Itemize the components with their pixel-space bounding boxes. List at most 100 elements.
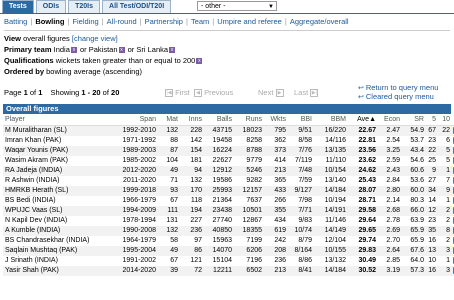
col-span[interactable]: Span (109, 114, 157, 126)
cell-bbm: 11/110 (325, 157, 346, 164)
tab-tests[interactable]: Tests (2, 0, 34, 13)
nav-all-round[interactable]: All-round (107, 17, 137, 26)
remove-icon[interactable]: x (118, 47, 125, 54)
cell-ave: 28.07 (347, 186, 377, 196)
col-bbm[interactable]: BBM (313, 114, 347, 126)
tab-odis[interactable]: ODIs (35, 0, 67, 13)
other-format-select-value: - other - (201, 3, 226, 10)
col-ave-label: Ave (357, 116, 370, 123)
previous-page-button[interactable]: ◀ Previous (194, 88, 233, 98)
player-name[interactable]: Waqar Younis (PAK) (3, 146, 109, 156)
table-header-row: Player Span Mat Inns Balls Runs Wkts BBI… (3, 114, 454, 126)
cell-span: 1989-2003 (109, 146, 157, 156)
player-name[interactable]: WPUJC Vaas (SL) (3, 206, 109, 216)
player-name[interactable]: Yasir Shah (PAK) (3, 266, 109, 276)
nav-umpire-referee[interactable]: Umpire and referee (217, 17, 282, 26)
player-name[interactable]: J Srinath (INDIA) (3, 256, 109, 266)
player-name[interactable]: BS Bedi (INDIA) (3, 196, 109, 206)
player-name[interactable]: Wasim Akram (PAK) (3, 156, 109, 166)
cell-10: 1 (446, 197, 450, 204)
player-name[interactable]: Imran Khan (PAK) (3, 136, 109, 146)
nav-aggregate-overall[interactable]: Aggregate/overall (290, 17, 349, 26)
tab-t20is[interactable]: T20Is (68, 0, 101, 13)
col-mat[interactable]: Mat (157, 114, 179, 126)
cell-bbi: 7/48 (287, 166, 313, 176)
cell-runs: 6502 (233, 266, 263, 276)
col-sr[interactable]: SR (401, 114, 425, 126)
cell-wkts: 213 (263, 166, 287, 176)
first-page-button[interactable]: |◀ First (165, 88, 190, 98)
tab-all-formats[interactable]: All Test/ODI/T20I (102, 0, 172, 13)
col-runs[interactable]: Runs (233, 114, 263, 126)
player-name[interactable]: BS Chandrasekhar (INDIA) (3, 236, 109, 246)
remove-icon[interactable]: x (196, 58, 203, 65)
other-format-select[interactable]: - other - ▼ (197, 1, 277, 11)
cell-10: 2 (446, 237, 450, 244)
cell-sr: 60.0 (401, 186, 425, 196)
cell-5: 13 (425, 246, 437, 256)
nav-bowling[interactable]: Bowling (35, 17, 64, 26)
cell-ave: 22.67 (347, 125, 377, 136)
format-tabs: Tests ODIs T20Is All Test/ODI/T20I (2, 0, 173, 13)
cell-runs: 12867 (242, 217, 262, 224)
cell-5: 67 (425, 125, 437, 136)
page-label: Page (4, 88, 22, 97)
cleared-query-link[interactable]: ↩ Cleared query menu (358, 92, 434, 101)
next-page-button[interactable]: Next ▶ (258, 88, 284, 98)
team-pakistan: Pakistan (88, 45, 118, 54)
nav-batting[interactable]: Batting (4, 17, 27, 26)
col-wkts[interactable]: Wkts (263, 114, 287, 126)
cell-sr: 43.4 (401, 146, 425, 156)
nav-partnership[interactable]: Partnership (145, 17, 183, 26)
player-name[interactable]: HMRKB Herath (SL) (3, 186, 109, 196)
return-to-query-link[interactable]: ↩ Return to query menu (358, 83, 438, 92)
cell-balls: 43715 (203, 125, 233, 136)
player-name[interactable]: M Muralitharan (SL) (3, 125, 109, 136)
change-view-link[interactable]: [change view] (72, 34, 118, 43)
cell-inns: 142 (190, 137, 202, 144)
cell-mat: 49 (157, 246, 179, 256)
cell-inns: 228 (179, 125, 203, 136)
table-row: RA Jadeja (INDIA) 2012-2020 49 94 12912 5246 2… (3, 166, 454, 176)
cell-span: 1964-1979 (122, 237, 156, 244)
cell-balls: 19458 (212, 137, 232, 144)
cell-bbm: 13/140 (324, 177, 346, 184)
last-page-button[interactable]: Last ▶| (294, 88, 319, 98)
cell-bbm: 10/155 (313, 246, 347, 256)
cell-5: 16 (428, 237, 436, 244)
remove-icon[interactable]: x (70, 47, 77, 54)
nav-team[interactable]: Team (191, 17, 209, 26)
cell-sr: 80.3 (410, 197, 424, 204)
overall-figures-table: Overall figures Player Span Mat Inns Bal… (3, 104, 454, 276)
player-name[interactable]: N Kapil Dev (INDIA) (3, 216, 109, 226)
col-5w[interactable]: 5 (425, 114, 437, 126)
cell-bbm: 14/184 (313, 266, 347, 276)
cell-wkts: 208 (263, 246, 287, 256)
cell-bbi: 9/127 (287, 186, 313, 196)
col-inns[interactable]: Inns (179, 114, 203, 126)
remove-icon[interactable]: x (169, 47, 176, 54)
table-row: Saqlain Mushtaq (PAK) 1995-2004 49 86 14070 6… (3, 246, 454, 256)
col-player[interactable]: Player (3, 114, 109, 126)
cell-10: 9 (437, 186, 451, 196)
player-name[interactable]: A Kumble (INDIA) (3, 226, 109, 236)
col-econ[interactable]: Econ (377, 114, 401, 126)
cell-mat: 71 (170, 177, 178, 184)
showing-label: Showing (50, 88, 80, 97)
player-name[interactable]: Saqlain Mushtaq (PAK) (3, 246, 109, 256)
col-bbi[interactable]: BBI (287, 114, 313, 126)
cell-span: 1992-2010 (109, 125, 157, 136)
cell-inns: 236 (179, 226, 203, 236)
player-name[interactable]: RA Jadeja (INDIA) (3, 166, 109, 176)
view-value: overall figures (23, 34, 70, 43)
cell-econ: 2.70 (386, 237, 400, 244)
player-name[interactable]: R Ashwin (INDIA) (3, 176, 109, 186)
col-balls[interactable]: Balls (203, 114, 233, 126)
col-ave[interactable]: Ave▲ (347, 114, 377, 126)
cell-10: 2 (446, 217, 450, 224)
tab-divider (0, 13, 454, 14)
cell-bbi: 8/58 (298, 137, 312, 144)
nav-fielding[interactable]: Fielding (72, 17, 98, 26)
col-10w[interactable]: 10 (437, 114, 451, 126)
cell-inns: 170 (179, 186, 203, 196)
